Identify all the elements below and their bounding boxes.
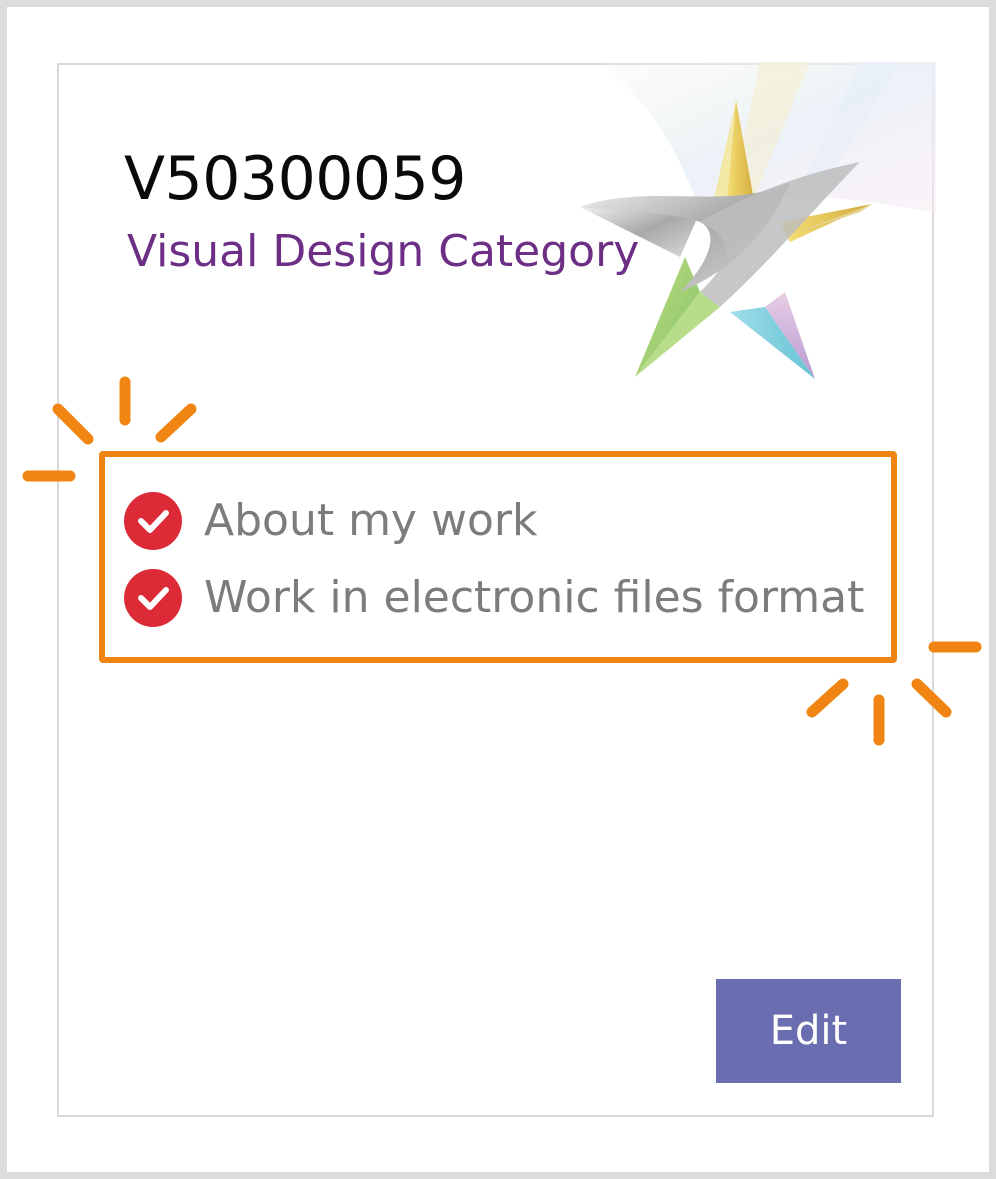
check-circle-icon — [124, 492, 182, 550]
checklist-item-label: Work in electronic files format — [204, 572, 865, 623]
checklist-item-about-my-work: About my work — [124, 490, 537, 552]
category-subtitle: Visual Design Category — [127, 226, 640, 277]
checklist-item-electronic-files: Work in electronic files format — [124, 567, 864, 629]
checklist-item-label: About my work — [204, 495, 538, 546]
checklist-highlight-box — [99, 451, 897, 663]
check-circle-icon — [124, 569, 182, 627]
edit-button[interactable]: Edit — [716, 979, 901, 1083]
entry-id-title: V50300059 — [124, 144, 466, 214]
